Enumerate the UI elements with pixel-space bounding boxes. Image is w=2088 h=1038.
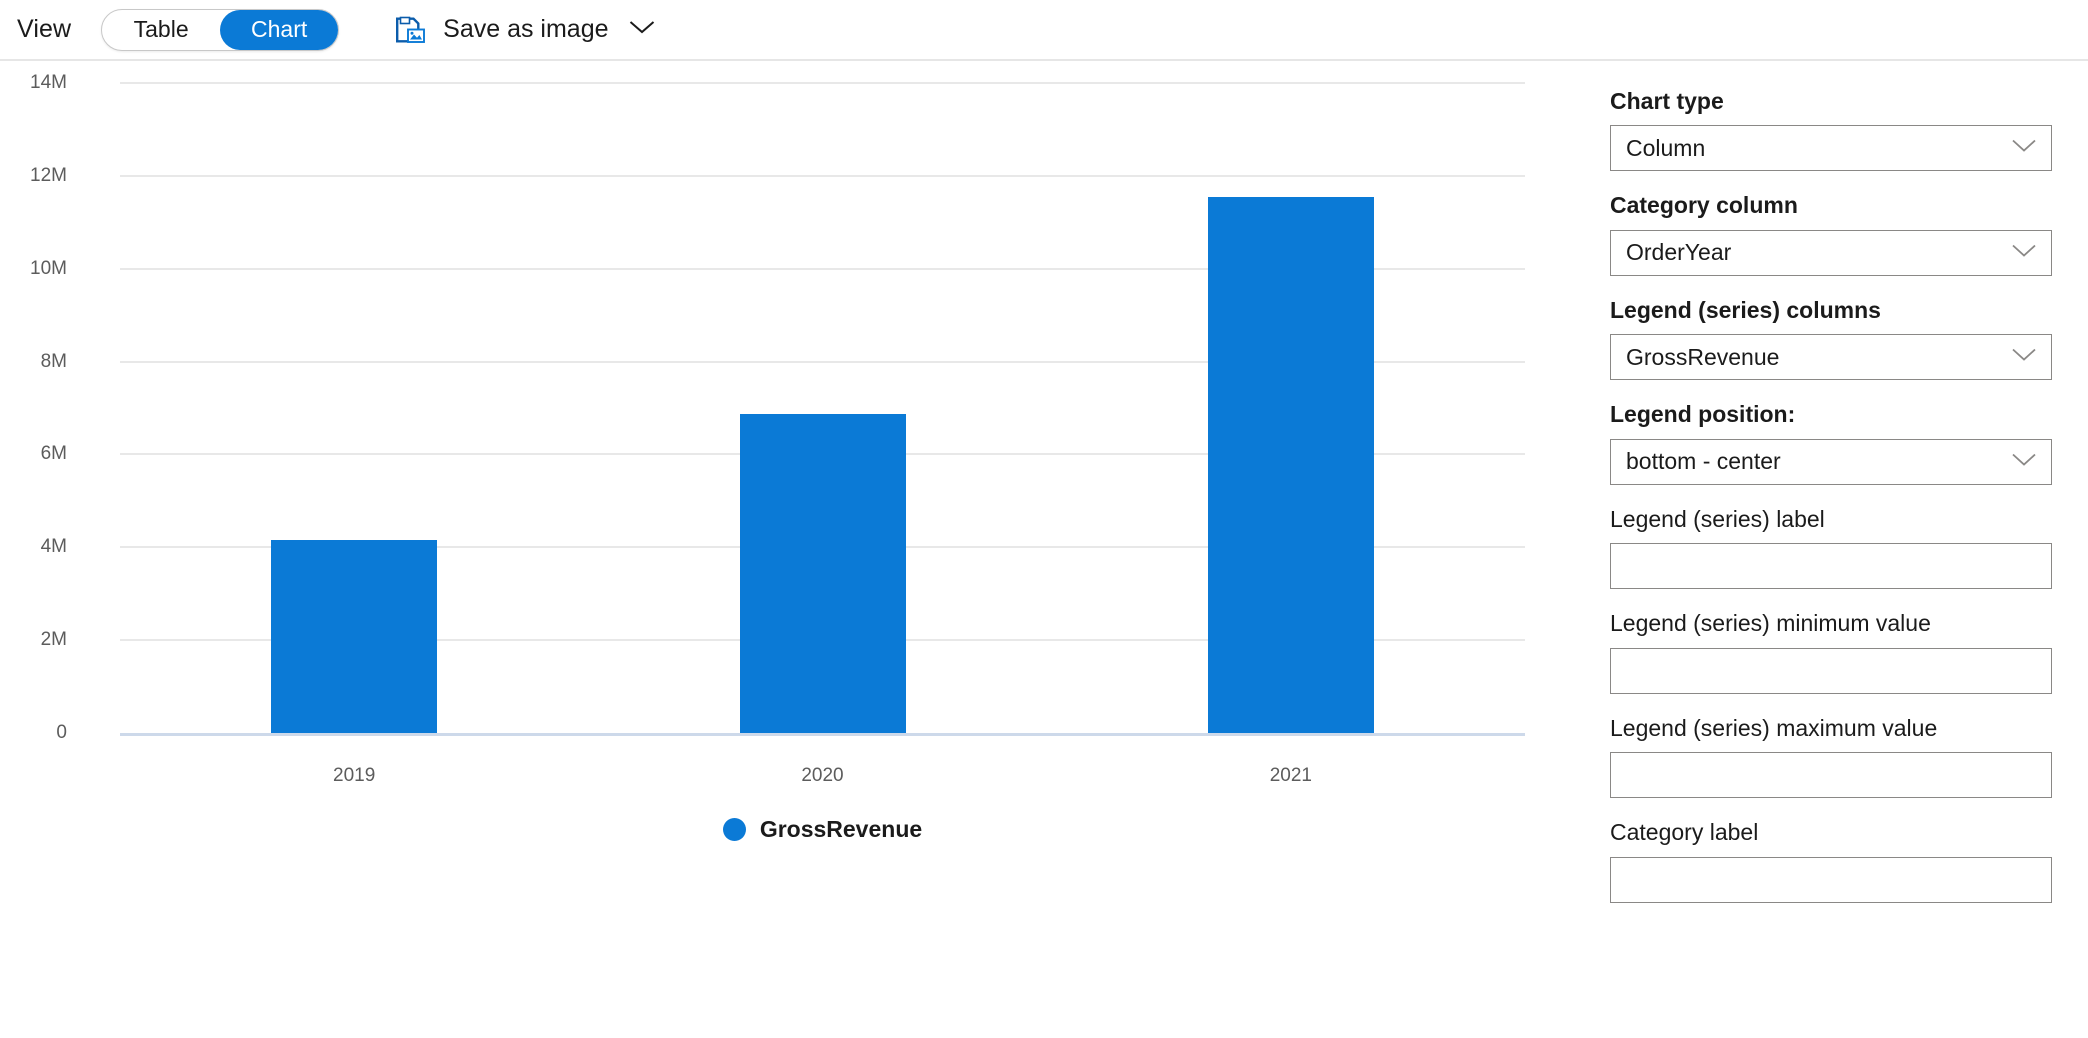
chart-legend: GrossRevenue [120, 816, 1525, 843]
gridline [120, 174, 1525, 177]
legend-marker-grossrevenue [722, 818, 746, 841]
y-axis-tick-label: 14M [30, 72, 67, 93]
field-legend-series-label: Legend (series) label [1610, 505, 2052, 590]
y-axis-tick-label: 4M [40, 536, 67, 558]
label-legend-series-label: Legend (series) label [1610, 505, 1825, 532]
x-axis-tick-label: 2020 [801, 765, 844, 786]
field-legend-series-minimum-value: Legend (series) minimum value [1610, 610, 2052, 694]
y-axis-tick-label: 6M [40, 443, 67, 465]
field-legend-series-maximum-value: Legend (series) maximum value [1610, 714, 2052, 799]
field-legend-series-columns: Legend (series) columns GrossRevenue [1610, 296, 2052, 381]
y-axis-tick-label: 0 [56, 722, 67, 743]
view-label: View [17, 15, 72, 43]
legend-label-grossrevenue[interactable]: GrossRevenue [760, 816, 922, 843]
chart-builder-page: View Table Chart Save as image 0 2M 4M 6… [0, 0, 2088, 1038]
chevron-down-icon[interactable] [629, 19, 655, 40]
chevron-down-icon [2011, 139, 2037, 158]
y-axis-tick-label: 2M [40, 629, 67, 651]
value-chart-type: Column [1626, 134, 1706, 161]
input-category-label[interactable] [1610, 856, 2052, 903]
gridline [120, 82, 1525, 84]
label-category-column: Category column [1610, 192, 1798, 219]
save-as-image-button[interactable]: Save as image [393, 13, 654, 47]
label-legend-series-columns: Legend (series) columns [1610, 296, 1881, 323]
select-chart-type[interactable]: Column [1610, 125, 2052, 172]
chart-config-panel: Chart type Column Category column OrderYear… [1563, 61, 2088, 1038]
view-toggle-table[interactable]: Table [102, 10, 220, 50]
select-category-column[interactable]: OrderYear [1610, 229, 2052, 276]
field-chart-type: Chart type Column [1610, 88, 2052, 172]
input-legend-series-label[interactable] [1610, 543, 2052, 590]
save-image-icon [393, 13, 427, 47]
chart-bar[interactable] [739, 414, 906, 733]
chart-bar[interactable] [1207, 196, 1374, 733]
y-axis-tick-label: 10M [30, 257, 67, 279]
value-legend-position: bottom - center [1626, 448, 1781, 475]
x-axis-tick-label: 2021 [1269, 765, 1312, 786]
input-legend-series-minimum-value[interactable] [1610, 647, 2052, 694]
chevron-down-icon [2011, 243, 2037, 262]
x-axis-line [120, 733, 1525, 736]
select-legend-series-columns[interactable]: GrossRevenue [1610, 334, 2052, 381]
label-legend-series-minimum-value: Legend (series) minimum value [1610, 610, 1931, 637]
view-toggle-group[interactable]: Table Chart [101, 8, 340, 51]
chevron-down-icon [2011, 452, 2037, 471]
chevron-down-icon [2011, 348, 2037, 367]
label-chart-type: Chart type [1610, 88, 1724, 114]
label-legend-series-maximum-value: Legend (series) maximum value [1610, 714, 1938, 741]
y-axis-tick-label: 12M [30, 164, 67, 186]
field-category-label: Category label [1610, 819, 2052, 903]
field-category-column: Category column OrderYear [1610, 192, 2052, 276]
label-legend-position: Legend position: [1610, 401, 1796, 428]
x-axis-tick-label: 2019 [333, 765, 376, 786]
value-category-column: OrderYear [1626, 239, 1732, 266]
input-legend-series-maximum-value[interactable] [1610, 752, 2052, 799]
y-axis-tick-label: 8M [40, 350, 67, 372]
chart-bar[interactable] [271, 540, 438, 733]
view-toggle-chart[interactable]: Chart [220, 9, 339, 50]
field-legend-position: Legend position: bottom - center [1610, 401, 2052, 485]
chart-plot-area: 0 2M 4M 6M 8M 10M 12M 14M 2019 2020 2021 [30, 72, 1525, 786]
label-category-label: Category label [1610, 819, 1759, 846]
value-legend-series-columns: GrossRevenue [1626, 343, 1780, 370]
select-legend-position[interactable]: bottom - center [1610, 438, 2052, 485]
save-as-image-label: Save as image [443, 15, 609, 43]
toolbar: View Table Chart Save as image [0, 0, 2088, 61]
chart-canvas: 0 2M 4M 6M 8M 10M 12M 14M 2019 2020 2021 GrossReve… [0, 61, 1563, 1038]
